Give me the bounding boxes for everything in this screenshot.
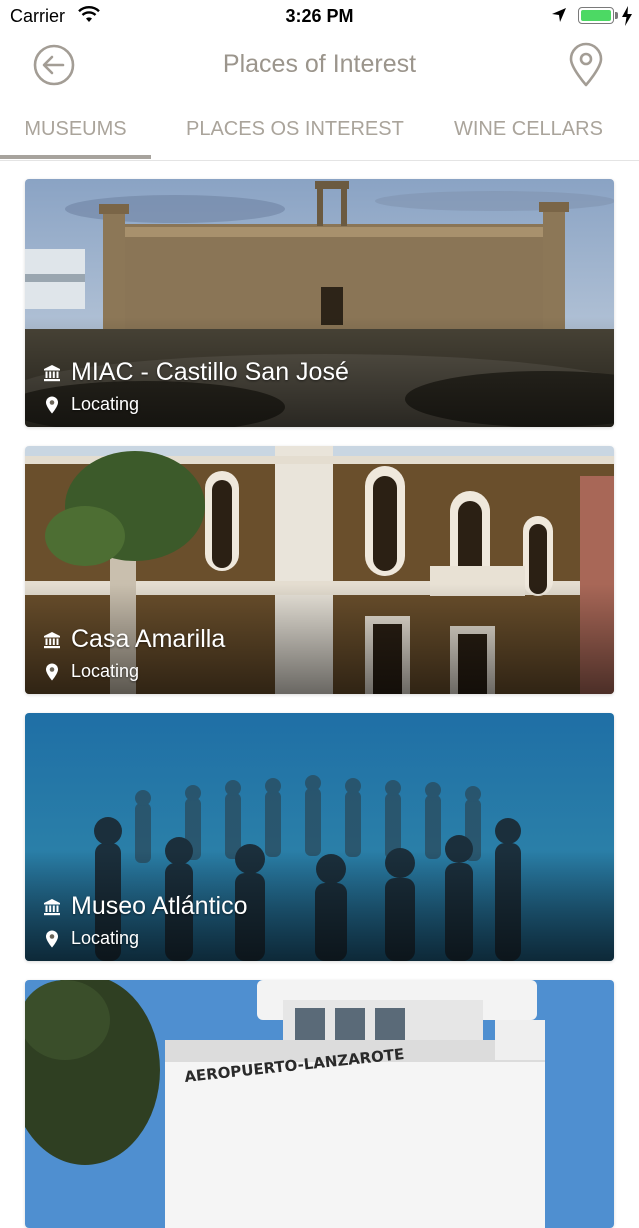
map-pin-icon bbox=[569, 42, 603, 87]
place-location: Locating bbox=[71, 661, 140, 681]
place-card-museo-atlantico[interactable]: Museo Atlántico Locating bbox=[25, 713, 614, 961]
page-title: Places of Interest bbox=[222, 50, 417, 78]
location-services-icon bbox=[551, 7, 567, 28]
place-card-casa-amarilla[interactable]: Casa Amarilla Locating bbox=[25, 446, 614, 694]
place-name: Museo Atlántico bbox=[71, 892, 248, 920]
status-bar: Carrier 3:26 PM bbox=[0, 0, 639, 34]
category-tabs: MUSEUMS PLACES OS INTEREST WINE CELLARS bbox=[0, 110, 639, 161]
place-title-row: Museo Atlántico bbox=[43, 892, 248, 921]
charging-bolt-icon bbox=[621, 6, 633, 31]
location-pin-icon bbox=[46, 396, 58, 413]
airport-photo: AEROPUERTO-LANZAROTE bbox=[25, 980, 614, 1228]
place-name: Casa Amarilla bbox=[71, 625, 226, 653]
map-button[interactable] bbox=[568, 42, 604, 88]
clock-time: 3:26 PM bbox=[285, 6, 354, 26]
place-location-row: Locating bbox=[45, 661, 139, 682]
museum-icon bbox=[44, 631, 60, 648]
place-card-airport[interactable]: AEROPUERTO-LANZAROTE bbox=[25, 980, 614, 1228]
location-pin-icon bbox=[46, 663, 58, 680]
place-location-row: Locating bbox=[45, 928, 139, 949]
place-name: MIAC - Castillo San José bbox=[71, 358, 349, 386]
battery-icon bbox=[578, 7, 614, 24]
nav-header: Places of Interest bbox=[0, 34, 639, 98]
place-card-miac[interactable]: MIAC - Castillo San José Locating bbox=[25, 179, 614, 427]
tab-wine-cellars[interactable]: WINE CELLARS bbox=[454, 118, 603, 141]
place-title-row: Casa Amarilla bbox=[43, 625, 225, 654]
museum-icon bbox=[44, 898, 60, 915]
museum-icon bbox=[44, 364, 60, 381]
place-title-row: MIAC - Castillo San José bbox=[43, 358, 349, 387]
place-location-row: Locating bbox=[45, 394, 139, 415]
tab-museums[interactable]: MUSEUMS bbox=[0, 118, 151, 141]
location-pin-icon bbox=[46, 930, 58, 947]
active-tab-indicator bbox=[0, 155, 151, 159]
tab-places-of-interest[interactable]: PLACES OS INTEREST bbox=[186, 118, 404, 141]
place-location: Locating bbox=[71, 928, 140, 948]
battery-tip bbox=[615, 12, 618, 19]
place-location: Locating bbox=[71, 394, 140, 414]
